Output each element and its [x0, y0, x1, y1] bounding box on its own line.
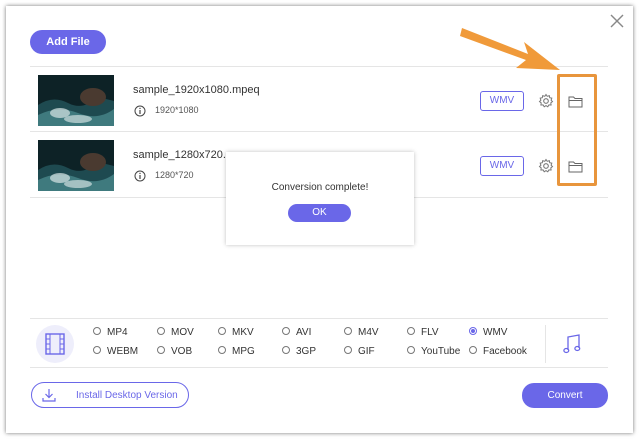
install-desktop-button[interactable]: Install Desktop Version: [31, 382, 189, 408]
format-option-webm[interactable]: WEBM: [93, 346, 138, 357]
radio-icon: [407, 327, 415, 336]
divider: [545, 325, 546, 363]
format-option-mpg[interactable]: MPG: [218, 346, 255, 357]
radio-icon: [218, 346, 226, 355]
add-file-button[interactable]: Add File: [30, 30, 106, 54]
radio-icon: [218, 327, 226, 336]
video-tab[interactable]: [36, 325, 74, 363]
format-option-facebook[interactable]: Facebook: [469, 346, 527, 357]
radio-icon: [469, 327, 477, 336]
file-name: sample_1280x720.m: [133, 149, 236, 161]
format-option-youtube[interactable]: YouTube: [407, 346, 460, 357]
format-option-mp4[interactable]: MP4: [93, 327, 128, 338]
conversion-dialog: Conversion complete! OK: [226, 152, 414, 245]
output-format-button[interactable]: WMV: [480, 156, 524, 176]
pointer-arrow: [460, 28, 560, 70]
format-panel: MP4 MOV MKV AVI M4V FLV WMV WEBM VOB MPG…: [30, 318, 608, 368]
radio-icon: [282, 346, 290, 355]
radio-icon: [93, 346, 101, 355]
video-thumbnail: [38, 140, 114, 191]
video-film-icon: [45, 333, 65, 355]
video-thumbnail: [38, 75, 114, 126]
radio-icon: [282, 327, 290, 336]
format-option-vob[interactable]: VOB: [157, 346, 192, 357]
music-note-icon[interactable]: [562, 333, 582, 355]
install-label: Install Desktop Version: [76, 390, 178, 401]
radio-icon: [344, 327, 352, 336]
radio-icon: [407, 346, 415, 355]
folder-highlight-box: [557, 74, 597, 186]
ok-button[interactable]: OK: [288, 204, 351, 222]
format-option-flv[interactable]: FLV: [407, 327, 439, 338]
download-icon: [42, 389, 56, 402]
format-option-3gp[interactable]: 3GP: [282, 346, 316, 357]
format-option-wmv[interactable]: WMV: [469, 327, 507, 338]
gear-icon[interactable]: [538, 158, 554, 174]
info-icon[interactable]: [134, 105, 146, 117]
close-icon[interactable]: [608, 12, 626, 30]
radio-icon: [469, 346, 477, 355]
format-option-m4v[interactable]: M4V: [344, 327, 379, 338]
format-option-mov[interactable]: MOV: [157, 327, 194, 338]
radio-icon: [157, 346, 165, 355]
file-resolution: 1280*720: [155, 170, 194, 180]
format-option-gif[interactable]: GIF: [344, 346, 375, 357]
output-format-button[interactable]: WMV: [480, 91, 524, 111]
format-option-mkv[interactable]: MKV: [218, 327, 254, 338]
radio-icon: [93, 327, 101, 336]
gear-icon[interactable]: [538, 93, 554, 109]
file-resolution: 1920*1080: [155, 105, 199, 115]
dialog-message: Conversion complete!: [271, 182, 369, 193]
convert-button[interactable]: Convert: [522, 383, 608, 408]
radio-icon: [157, 327, 165, 336]
info-icon[interactable]: [134, 170, 146, 182]
format-option-avi[interactable]: AVI: [282, 327, 311, 338]
file-name: sample_1920x1080.mpeq: [133, 84, 260, 96]
radio-icon: [344, 346, 352, 355]
